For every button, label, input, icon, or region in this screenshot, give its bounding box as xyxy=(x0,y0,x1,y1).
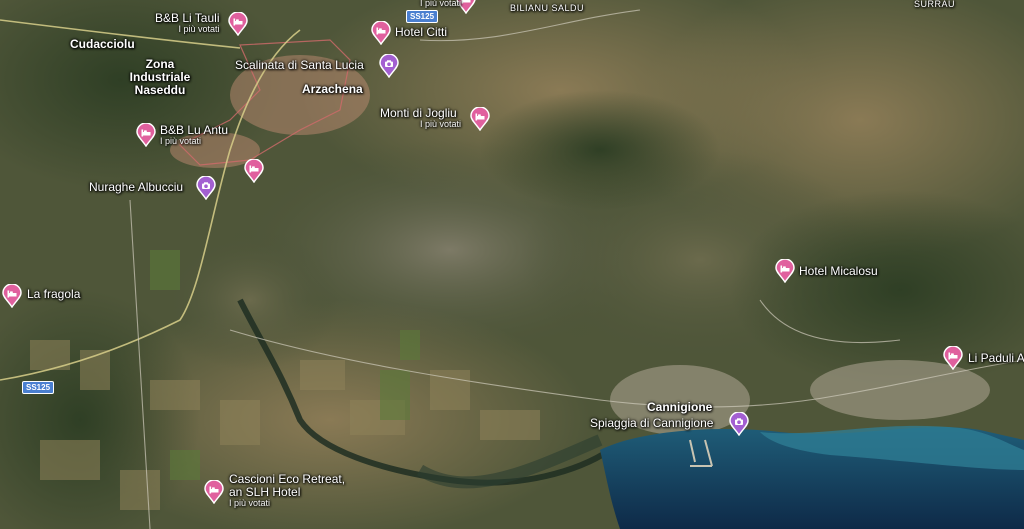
poi-label-nuraghe-albucciu[interactable]: Nuraghe Albucciu xyxy=(89,180,184,194)
poi-name: Hotel Citti xyxy=(395,25,448,39)
map-pin-cascioni[interactable] xyxy=(204,480,224,504)
poi-name: Scalinata di Santa Lucia xyxy=(235,58,364,72)
bed-icon xyxy=(775,259,795,283)
map-pin-scalinata[interactable] xyxy=(379,54,399,78)
bed-icon xyxy=(204,480,224,504)
map-pin-monti-di-jogliu[interactable] xyxy=(470,107,490,131)
poi-label-li-paduli[interactable]: Li Paduli A xyxy=(968,351,1024,365)
poi-name: Spiaggia di Cannigione xyxy=(590,416,714,430)
poi-label-bb-li-tauli[interactable]: B&B Li Tauli I più votati xyxy=(155,11,220,35)
bed-icon xyxy=(244,159,264,183)
camera-icon xyxy=(729,412,749,436)
poi-label-hotel-micalosu[interactable]: Hotel Micalosu xyxy=(799,264,878,278)
poi-label-la-fragola[interactable]: La fragola xyxy=(27,287,81,301)
road-shield-ss125: SS125 xyxy=(406,10,439,23)
bed-icon xyxy=(228,12,248,36)
poi-badge: I più votati xyxy=(160,136,202,147)
map-pin-spiaggia-cannigione[interactable] xyxy=(729,412,749,436)
place-label-cudacciolu: Cudacciolu xyxy=(70,37,135,51)
map-pin-nuraghe-albucciu[interactable] xyxy=(196,176,216,200)
poi-label-spiaggia-cannigione[interactable]: Spiaggia di Cannigione xyxy=(590,416,714,430)
map-pin-bb-li-tauli[interactable] xyxy=(228,12,248,36)
bed-icon xyxy=(136,123,156,147)
road-shield-ss125-west: SS125 xyxy=(22,381,55,394)
poi-badge: I più votati xyxy=(420,0,462,8)
poi-badge: I più votati xyxy=(229,498,271,509)
place-label-cannigione: Cannigione xyxy=(647,400,713,414)
poi-label-monti-di-jogliu[interactable]: Monti di Jogliu I più votati xyxy=(380,106,462,130)
poi-name: La fragola xyxy=(27,287,81,301)
place-label-bilianu-saldu: BILIANU SALDU xyxy=(510,3,585,13)
bed-icon xyxy=(371,21,391,45)
camera-icon xyxy=(196,176,216,200)
map-pin-hotel-citti[interactable] xyxy=(371,21,391,45)
poi-badge: I più votati xyxy=(178,24,220,35)
poi-name: Nuraghe Albucciu xyxy=(89,180,184,194)
place-label-zona-industriale: Zona Industriale Naseddu xyxy=(129,57,191,98)
poi-label-bb-lu-antu[interactable]: B&B Lu Antu I più votati xyxy=(160,123,228,147)
place-label-surrau: SURRAU xyxy=(914,0,956,9)
poi-name: Li Paduli A xyxy=(968,351,1024,365)
poi-label-cascioni[interactable]: Cascioni Eco Retreat, an SLH Hotel I più … xyxy=(229,472,359,509)
poi-name: Cascioni Eco Retreat, an SLH Hotel xyxy=(229,472,346,500)
poi-label-hotel-citti[interactable]: Hotel Citti xyxy=(395,25,448,39)
poi-badge: I più votati xyxy=(420,119,462,130)
map-pin-la-fragola[interactable] xyxy=(2,284,22,308)
bed-icon xyxy=(943,346,963,370)
map-pin-li-paduli[interactable] xyxy=(943,346,963,370)
bed-icon xyxy=(470,107,490,131)
bed-icon xyxy=(2,284,22,308)
poi-label-scalinata[interactable]: Scalinata di Santa Lucia xyxy=(235,58,364,72)
camera-icon xyxy=(379,54,399,78)
map-pin-unnamed-hotel[interactable] xyxy=(244,159,264,183)
map-pin-bb-lu-antu[interactable] xyxy=(136,123,156,147)
poi-name: Hotel Micalosu xyxy=(799,264,878,278)
map-pin-hotel-micalosu[interactable] xyxy=(775,259,795,283)
place-label-arzachena: Arzachena xyxy=(302,82,363,96)
poi-label-top-pin[interactable]: I più votati xyxy=(420,0,461,9)
